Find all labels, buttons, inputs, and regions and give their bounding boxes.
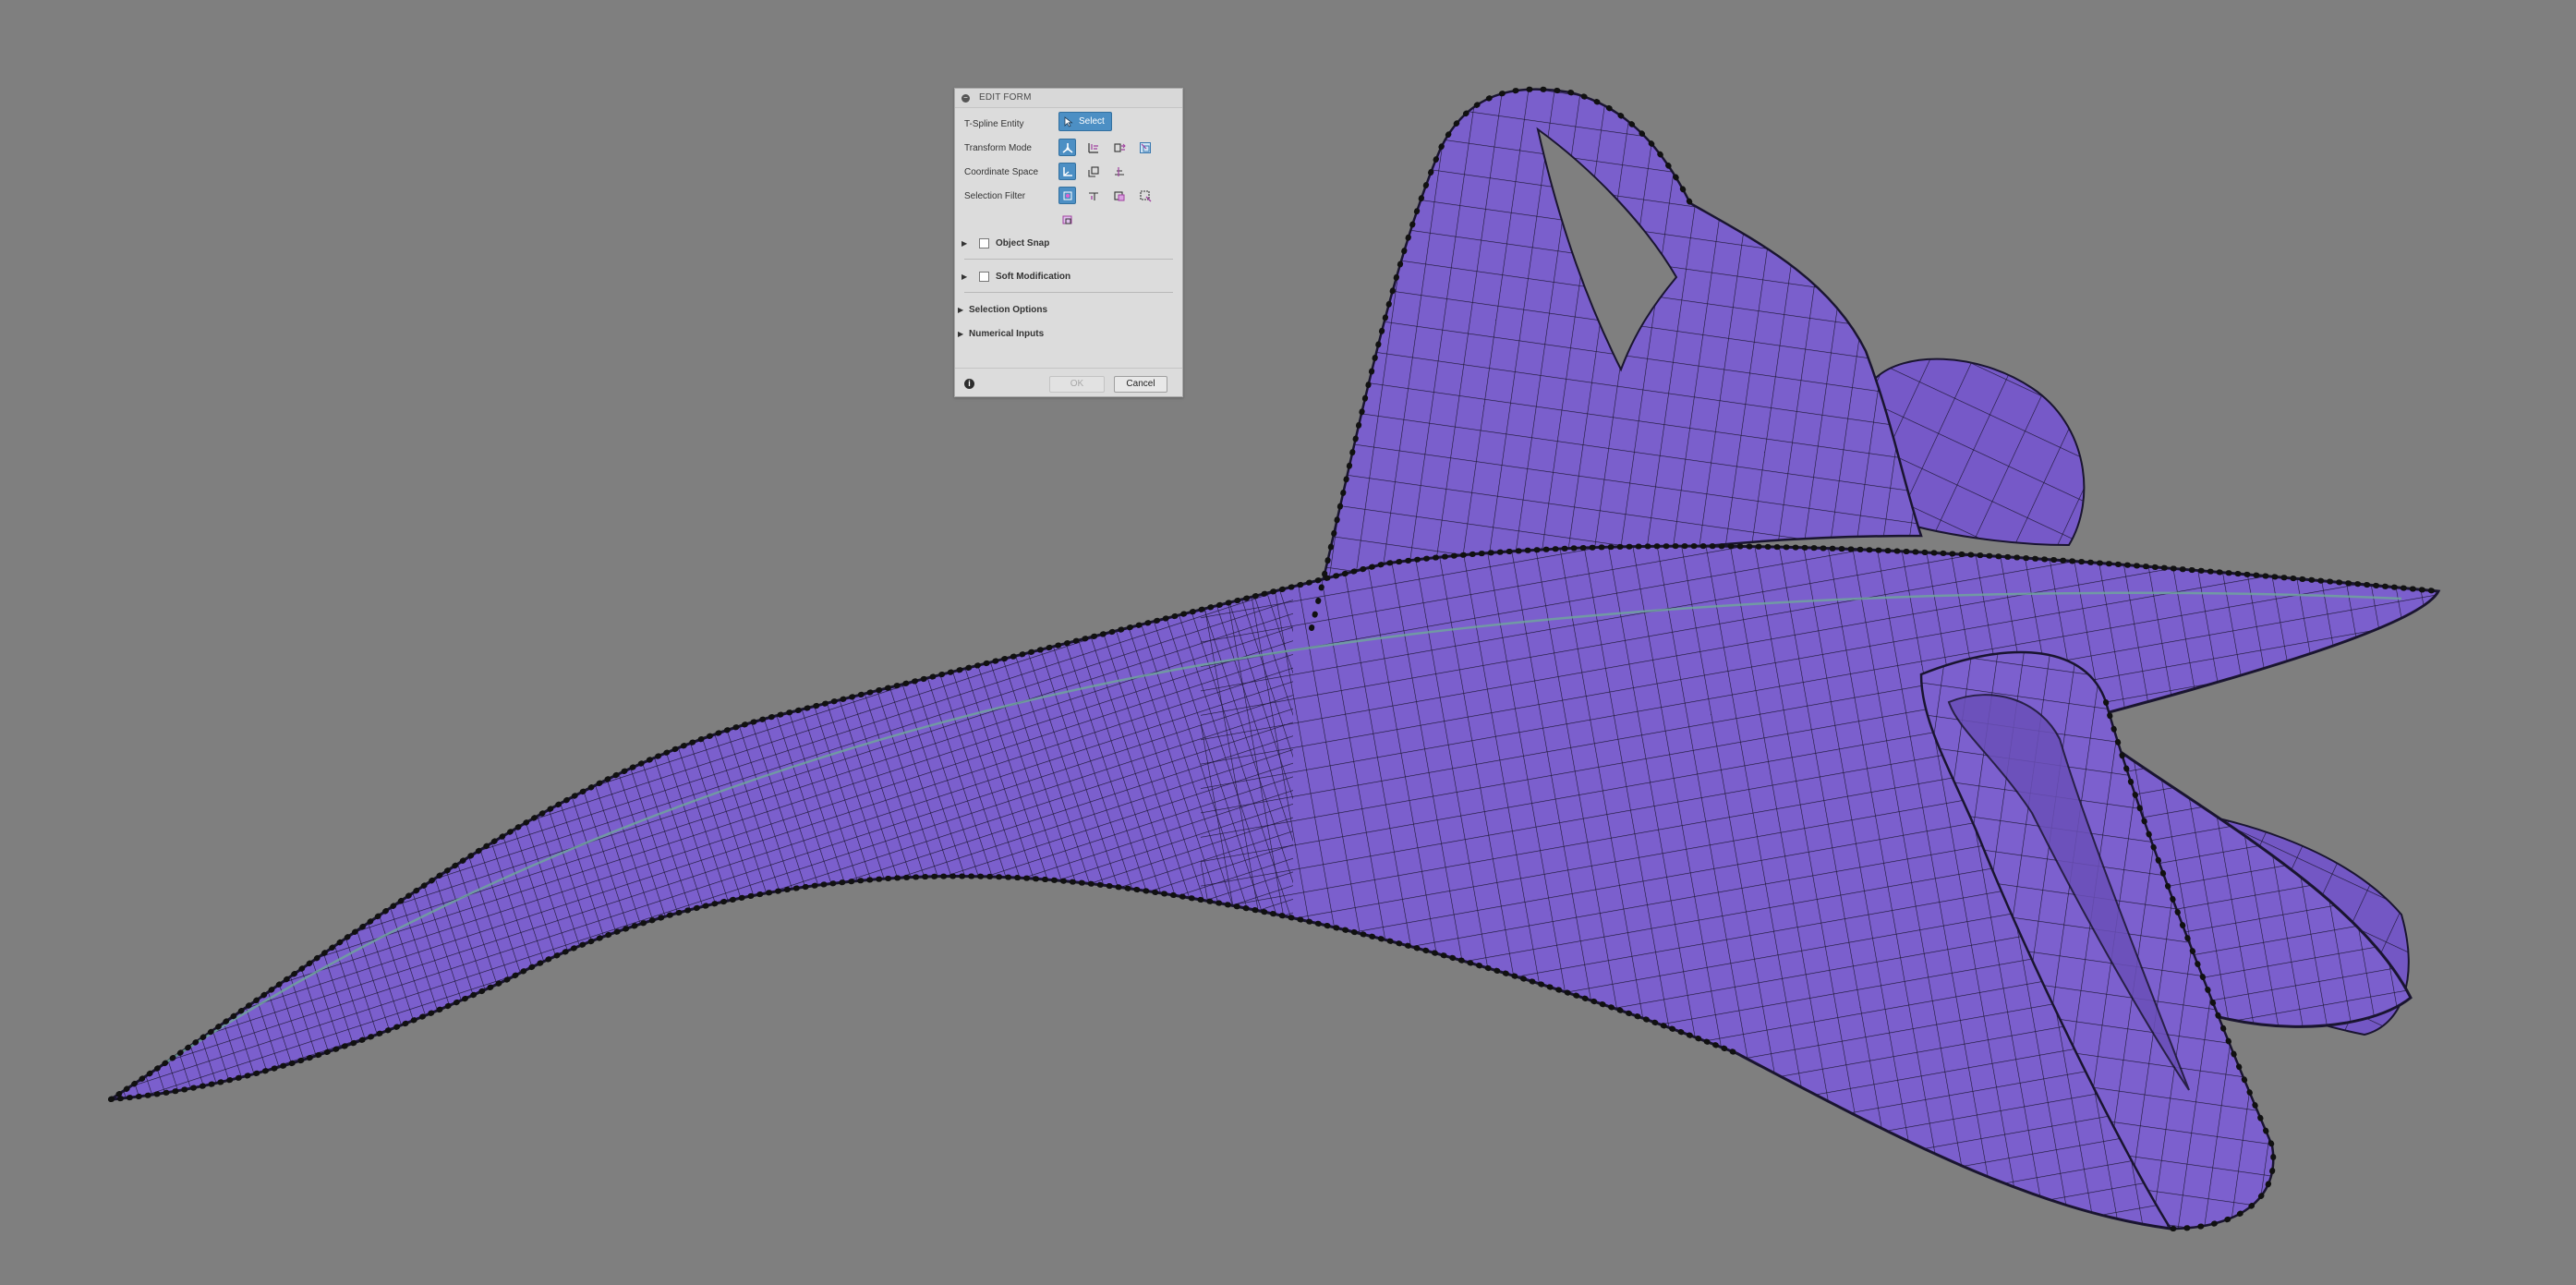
filter-face-button[interactable] [1110,187,1128,204]
minus-circle-icon[interactable]: − [961,94,970,103]
expand-arrow-icon[interactable]: ▶ [961,273,967,281]
filter-vertex-button[interactable] [1058,187,1076,204]
expand-arrow-icon[interactable]: ▶ [961,239,967,248]
ok-button[interactable]: OK [1049,376,1105,393]
filter-edge-button[interactable] [1084,187,1102,204]
cancel-button[interactable]: Cancel [1114,376,1167,393]
object-snap-checkbox[interactable] [979,238,989,249]
dialog-footer: i OK Cancel [955,368,1182,398]
edge-filter-icon [1089,192,1098,200]
info-icon[interactable]: i [964,379,974,389]
expand-arrow-icon[interactable]: ▶ [958,330,963,338]
object-snap-section[interactable]: ▶ Object Snap [955,236,1182,252]
soft-modification-title: Soft Modification [996,272,1071,282]
coordinate-local-button[interactable] [1110,163,1128,180]
scale-icon [1140,142,1151,153]
select-entity-button[interactable]: Select [1058,112,1112,131]
tspline-model[interactable] [0,0,2576,1285]
face-filter-icon [1114,191,1125,201]
translate-icon [1088,143,1098,153]
coordinate-view-button[interactable] [1084,163,1102,180]
selection-filter-label: Selection Filter [964,191,1026,201]
soft-modification-checkbox[interactable] [979,272,989,282]
transform-rotate-button[interactable] [1110,139,1128,156]
multi-axis-move-icon [1062,143,1073,153]
world-space-icon [1063,167,1072,176]
transform-scale-button[interactable] [1136,139,1154,156]
select-label: Select [1079,116,1105,127]
dialog-header[interactable]: − EDIT FORM [955,89,1182,108]
transform-mode-label: Transform Mode [964,143,1032,153]
viewport-3d[interactable] [0,0,2576,1285]
vertex-filter-icon [1063,191,1072,200]
tspline-entity-label: T-Spline Entity [964,119,1024,129]
edit-form-dialog: − EDIT FORM T-Spline Entity Select Trans… [954,88,1183,397]
filter-body-button[interactable] [1136,187,1154,204]
dialog-title: EDIT FORM [979,92,1032,103]
object-snap-title: Object Snap [996,238,1050,249]
soft-modification-section[interactable]: ▶ Soft Modification [955,269,1182,285]
filter-object-button[interactable] [1058,211,1076,228]
rotate-icon [1114,143,1126,152]
transform-multi-button[interactable] [1058,139,1076,156]
body-filter-icon [1140,190,1152,202]
divider [964,292,1173,293]
transform-translate-button[interactable] [1084,139,1102,156]
divider [964,259,1173,260]
view-space-icon [1088,166,1099,177]
numerical-inputs-title: Numerical Inputs [969,329,1045,339]
expand-arrow-icon[interactable]: ▶ [958,306,963,314]
coordinate-space-label: Coordinate Space [964,167,1039,177]
local-space-icon [1115,167,1124,176]
coordinate-world-button[interactable] [1058,163,1076,180]
cursor-arrow-icon [1064,116,1073,127]
selection-options-section[interactable]: ▶ Selection Options [955,302,1182,319]
selection-options-title: Selection Options [969,305,1048,315]
object-filter-icon [1062,215,1072,224]
numerical-inputs-section[interactable]: ▶ Numerical Inputs [955,326,1182,343]
